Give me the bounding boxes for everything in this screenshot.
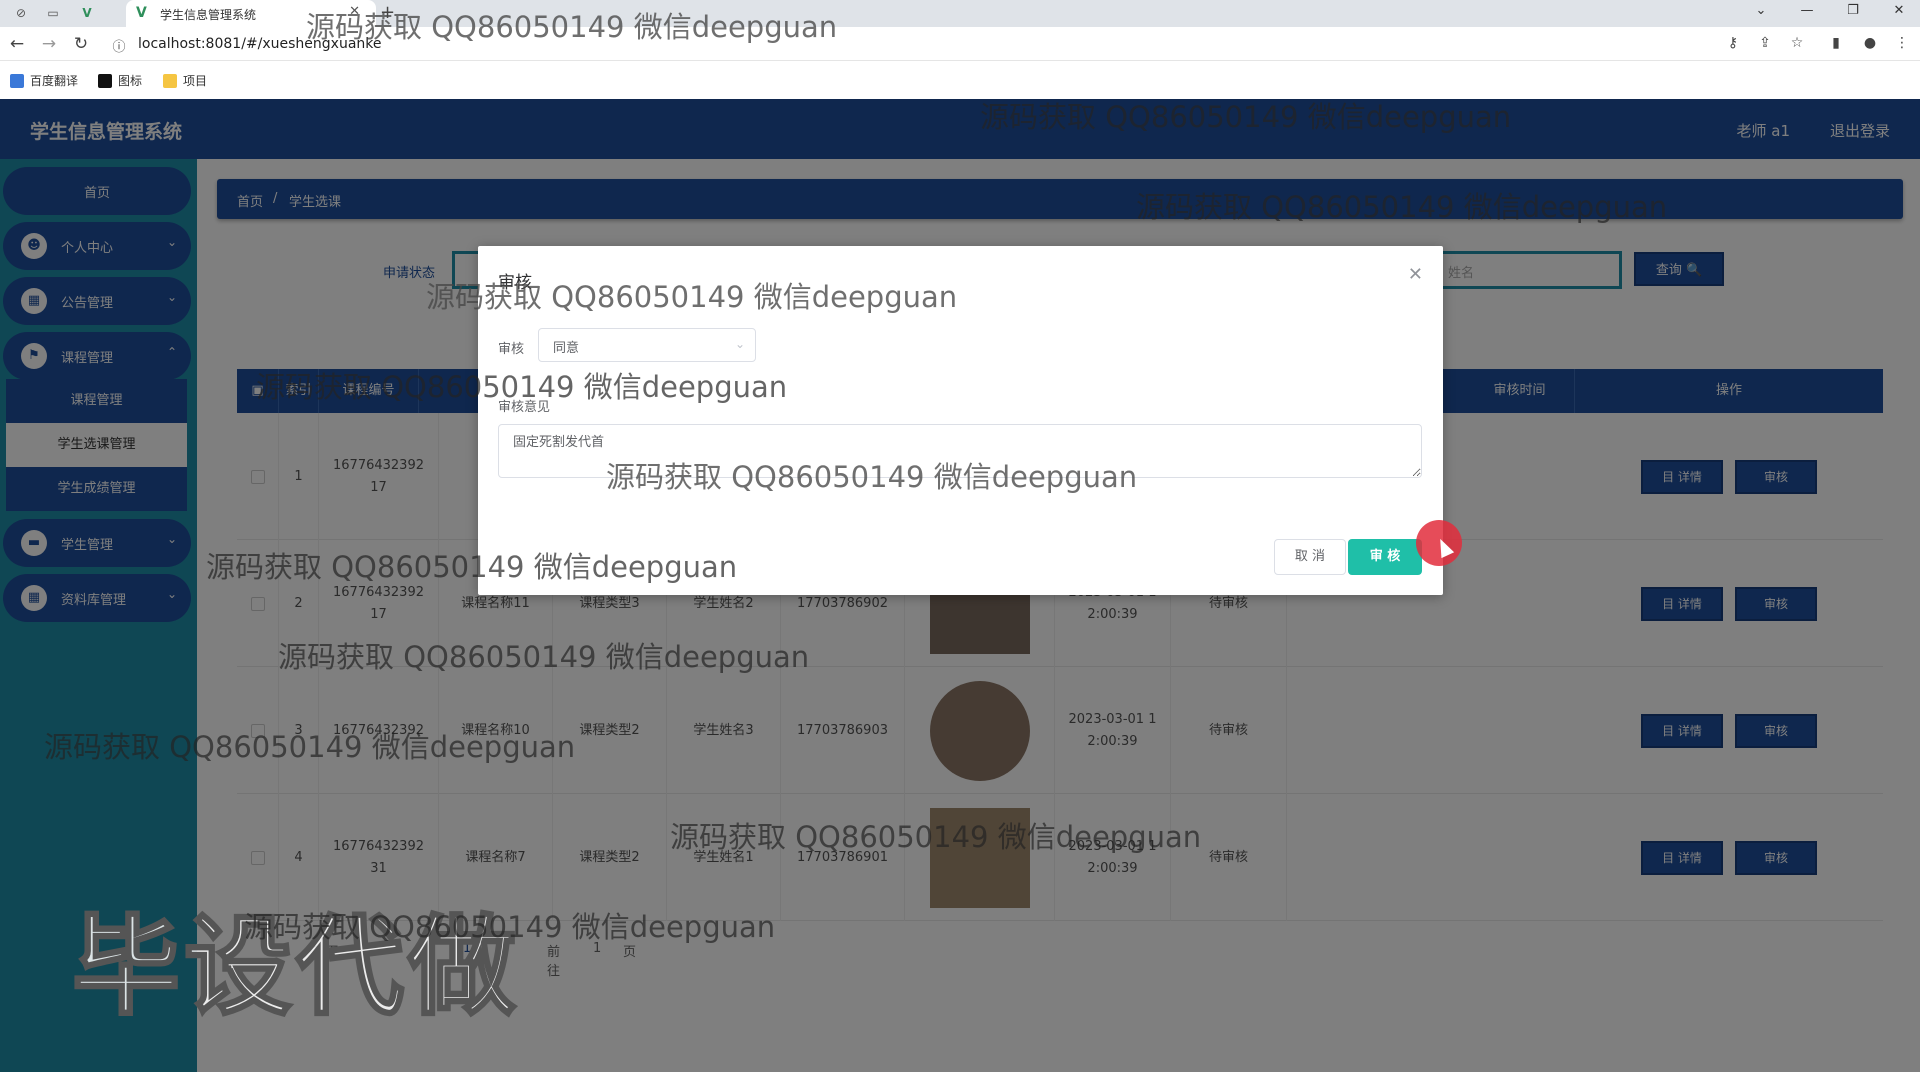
audit-label: 审核: [498, 342, 525, 357]
vue-logo-icon: V: [136, 5, 147, 21]
tab-search-icon[interactable]: ⌄: [1746, 3, 1776, 18]
minimize-button[interactable]: —: [1792, 3, 1822, 18]
forward-button[interactable]: →: [38, 34, 60, 54]
translate-icon: [10, 73, 24, 88]
key-icon[interactable]: ⚷: [1723, 35, 1743, 53]
new-tab-button[interactable]: +: [380, 2, 395, 23]
close-icon[interactable]: ✕: [1408, 264, 1423, 285]
chevron-down-icon: ⌄: [734, 337, 745, 351]
audit-select[interactable]: 同意 ⌄: [538, 328, 756, 362]
address-bar: ← → ↻ ⓘ localhost:8081/#/xueshengxuanke …: [0, 27, 1920, 61]
site-info-icon[interactable]: ⓘ: [108, 36, 130, 55]
vue-tab-icon[interactable]: V: [78, 4, 96, 22]
sidepanel-icon[interactable]: ▮: [1826, 35, 1846, 53]
close-window-button[interactable]: ✕: [1884, 3, 1914, 18]
browser-tabbar: ⊘ ▭ V V 学生信息管理系统 ✕ + ⌄ — ❐ ✕: [0, 0, 1920, 27]
url-field[interactable]: localhost:8081/#/xueshengxuanke: [138, 36, 382, 52]
bookmark-baidu-translate[interactable]: 百度翻译: [10, 72, 78, 89]
share-icon[interactable]: ⇪: [1755, 35, 1775, 53]
menu-icon[interactable]: ⋮: [1892, 35, 1912, 53]
browser-tab-icon[interactable]: ⊘: [12, 4, 30, 22]
opinion-label: 审核意见: [498, 400, 551, 415]
tab-title: 学生信息管理系统: [160, 8, 257, 22]
big-watermark: 毕设代做: [70, 904, 521, 1032]
bookmark-project[interactable]: 项目: [163, 72, 207, 89]
profile-icon[interactable]: ●: [1860, 35, 1880, 53]
bookmarks-bar: 百度翻译 图标 项目: [0, 61, 1920, 99]
bookmark-star-icon[interactable]: ☆: [1787, 35, 1807, 53]
bookmark-icons[interactable]: 图标: [98, 72, 142, 89]
cancel-button[interactable]: 取 消: [1274, 539, 1346, 575]
active-tab[interactable]: V 学生信息管理系统 ✕: [126, 0, 376, 27]
opinion-textarea[interactable]: 固定死割发代首: [498, 424, 1422, 478]
back-button[interactable]: ←: [6, 34, 28, 54]
tab-close-icon[interactable]: ✕: [349, 4, 360, 19]
audit-dialog: 审核 ✕ 审核 同意 ⌄ 审核意见 固定死割发代首 取 消 审 核: [478, 246, 1443, 595]
reload-button[interactable]: ↻: [70, 34, 92, 54]
blank-tab-icon[interactable]: ▭: [44, 4, 62, 22]
restore-button[interactable]: ❐: [1838, 3, 1868, 18]
folder-icon: [163, 73, 177, 88]
confirm-audit-button[interactable]: 审 核: [1348, 539, 1422, 575]
dialog-title: 审核: [498, 273, 532, 293]
image-icon: [98, 73, 112, 88]
